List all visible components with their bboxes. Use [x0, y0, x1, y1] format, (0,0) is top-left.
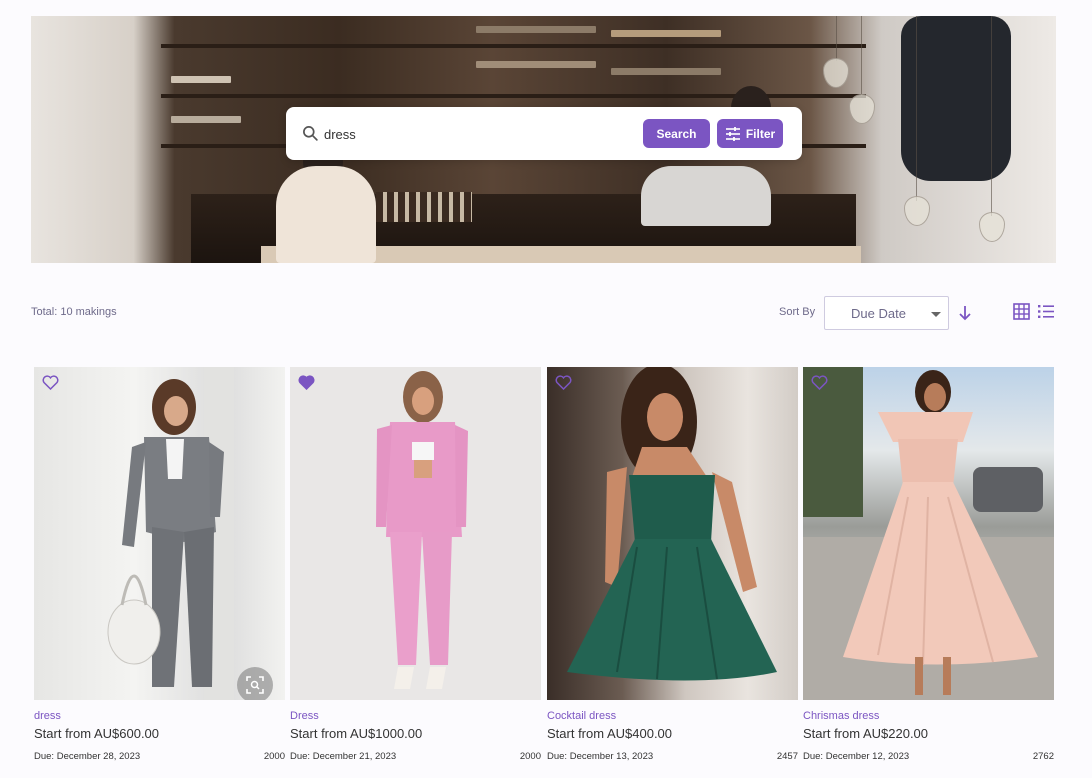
product-tag: Dress: [290, 710, 319, 722]
sort-select-value: Due Date: [851, 306, 906, 321]
shelf: [161, 44, 866, 48]
sort-select[interactable]: Due Date: [824, 296, 949, 330]
product-card[interactable]: Cocktail dress Start from AU$400.00 Due:…: [547, 367, 798, 777]
list-view-icon[interactable]: [1037, 303, 1055, 320]
heart-outline-icon[interactable]: [811, 375, 828, 390]
heart-outline-icon[interactable]: [555, 375, 572, 390]
product-due-date: Due: December 28, 2023: [34, 751, 141, 762]
filter-button[interactable]: Filter: [717, 119, 783, 148]
product-due-date: Due: December 13, 2023: [547, 751, 654, 762]
total-count: Total: 10 makings: [31, 306, 117, 318]
product-card[interactable]: Dress Start from AU$1000.00 Due: Decembe…: [290, 367, 541, 777]
product-card[interactable]: dress Start from AU$600.00 Due: December…: [34, 367, 285, 777]
product-image[interactable]: [34, 367, 285, 700]
product-due-date: Due: December 21, 2023: [290, 751, 397, 762]
hero-banner: Search Filter: [31, 16, 1056, 263]
grid-view-icon[interactable]: [1013, 303, 1030, 320]
heart-outline-icon[interactable]: [42, 375, 59, 390]
scan-icon: [246, 676, 264, 694]
bottles: [376, 192, 472, 222]
product-tag: Chrismas dress: [803, 710, 880, 722]
product-price: Start from AU$600.00: [34, 726, 160, 741]
search-icon: [303, 126, 318, 141]
tailor-figure: [276, 166, 376, 263]
product-image[interactable]: [803, 367, 1054, 700]
product-card[interactable]: Chrismas dress Start from AU$220.00 Due:…: [803, 367, 1054, 777]
product-count: 2000: [519, 751, 541, 762]
tailor-figure: [641, 166, 771, 226]
product-image[interactable]: [547, 367, 798, 700]
heart-filled-icon[interactable]: [298, 375, 315, 390]
product-tag: Cocktail dress: [547, 710, 617, 722]
arrow-down-icon[interactable]: [957, 304, 973, 322]
search-button[interactable]: Search: [643, 119, 710, 148]
product-due-date: Due: December 12, 2023: [803, 751, 910, 762]
product-count: 2000: [263, 751, 285, 762]
product-price: Start from AU$220.00: [803, 726, 929, 741]
sliders-icon: [725, 126, 740, 141]
caret-down-icon: [931, 312, 941, 317]
hanging-jacket: [901, 16, 1011, 181]
product-price: Start from AU$1000.00: [290, 726, 423, 741]
search-bar: Search Filter: [286, 107, 802, 160]
product-count: 2762: [1032, 751, 1054, 762]
search-input[interactable]: [324, 121, 634, 147]
sort-by-label: Sort By: [779, 306, 816, 318]
visual-search-button[interactable]: [237, 667, 273, 700]
product-price: Start from AU$400.00: [547, 726, 673, 741]
product-image[interactable]: [290, 367, 541, 700]
filter-label: Filter: [745, 126, 776, 141]
product-tag: dress: [34, 710, 61, 722]
product-count: 2457: [776, 751, 798, 762]
